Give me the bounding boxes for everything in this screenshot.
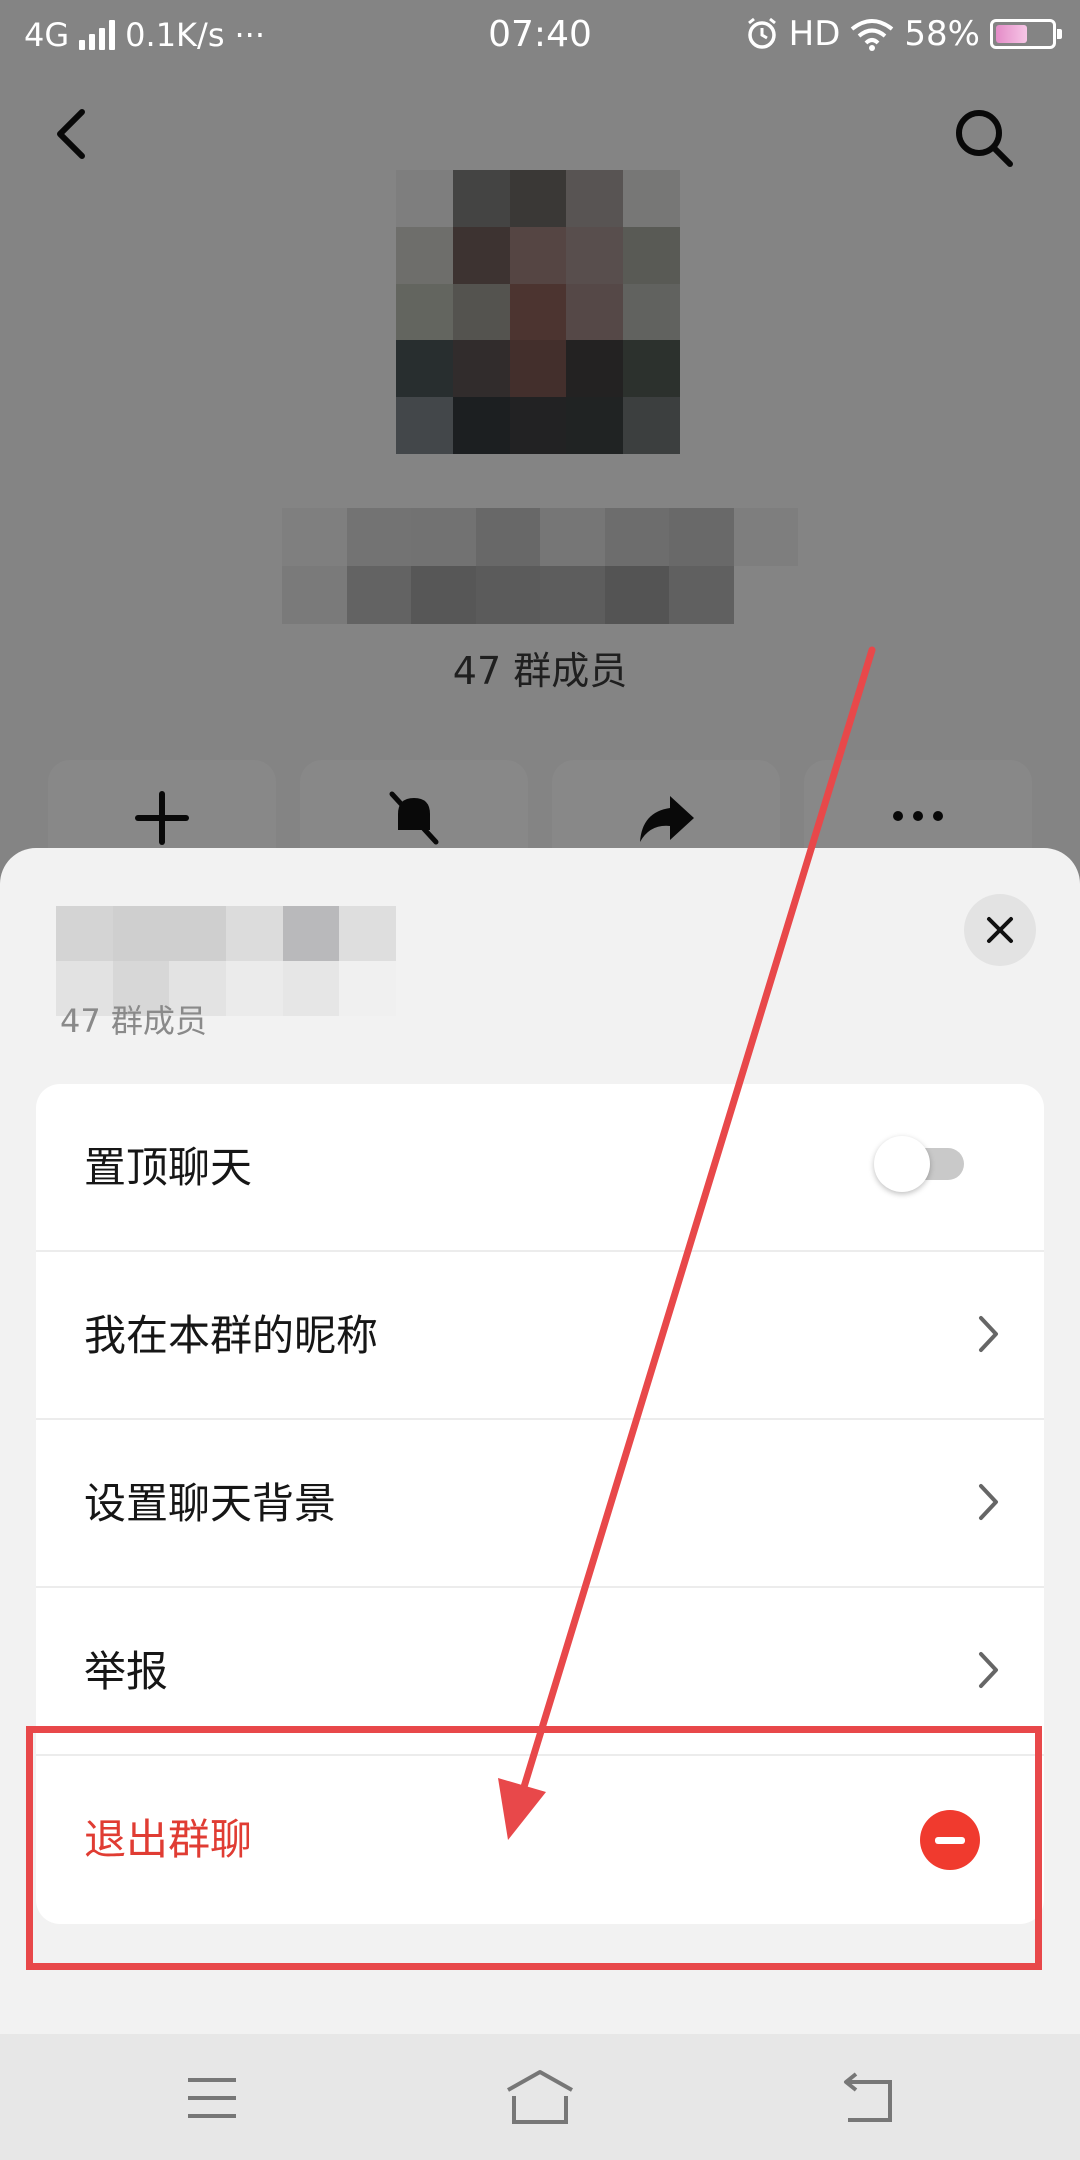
back-icon [844, 2072, 892, 2122]
group-nickname-row[interactable]: 我在本群的昵称 [36, 1252, 1044, 1420]
chevron-right-icon [979, 1484, 998, 1520]
battery-percent: 58% [904, 14, 980, 54]
wifi-icon [851, 19, 894, 51]
menu-icon [188, 2078, 236, 2118]
pin-chat-row[interactable]: 置顶聊天 [36, 1084, 1044, 1252]
chevron-right-icon [979, 1316, 998, 1352]
close-icon [987, 917, 1013, 943]
battery-icon [990, 19, 1062, 49]
navigation-bar [0, 2034, 1080, 2160]
chevron-right-icon [979, 1652, 998, 1688]
chat-background-row[interactable]: 设置聊天背景 [36, 1420, 1044, 1588]
status-bar: 4G 0.1K/s ··· 07:40 HD 58% [0, 0, 1080, 74]
home-button[interactable] [504, 2066, 573, 2130]
pin-chat-toggle[interactable] [874, 1136, 964, 1192]
close-button[interactable] [964, 894, 1036, 966]
menu-button[interactable] [180, 2066, 244, 2130]
alarm-icon [747, 17, 776, 49]
back-nav-button[interactable] [838, 2066, 902, 2130]
hd-indicator: HD [788, 14, 841, 54]
pin-chat-label: 置顶聊天 [84, 1143, 253, 1192]
sheet-member-count: 47 群成员 [60, 1002, 207, 1040]
highlight-box [26, 1726, 1042, 1970]
group-nickname-label: 我在本群的昵称 [84, 1311, 379, 1360]
chat-background-label: 设置聊天背景 [84, 1479, 337, 1528]
home-icon [507, 2070, 573, 2124]
